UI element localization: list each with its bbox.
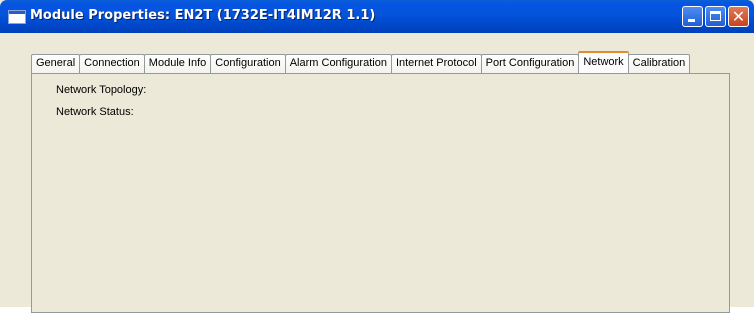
tab-internet-protocol[interactable]: Internet Protocol: [390, 54, 482, 73]
close-icon: ✕: [731, 7, 746, 26]
minimize-icon: [688, 19, 695, 22]
tab-calibration[interactable]: Calibration: [627, 54, 691, 73]
network-status-label: Network Status:: [56, 106, 134, 118]
tab-port-configuration[interactable]: Port Configuration: [480, 54, 580, 73]
maximize-button[interactable]: [705, 6, 726, 27]
maximize-icon: [710, 11, 721, 21]
window-title: Module Properties: EN2T (1732E-IT4IM12R …: [30, 8, 376, 23]
tab-module-info[interactable]: Module Info: [143, 54, 212, 73]
close-button[interactable]: ✕: [728, 6, 749, 27]
window-icon[interactable]: [8, 10, 26, 24]
title-bar[interactable]: Module Properties: EN2T (1732E-IT4IM12R …: [0, 0, 754, 33]
tab-connection[interactable]: Connection: [79, 54, 145, 73]
module-properties-window: Module Properties: EN2T (1732E-IT4IM12R …: [0, 0, 754, 313]
tab-network[interactable]: Network: [578, 51, 629, 73]
tab-general[interactable]: General: [31, 54, 81, 73]
network-tab-panel: [31, 73, 730, 313]
tab-strip: General Connection Module Info Configura…: [31, 51, 691, 73]
minimize-button[interactable]: [682, 6, 703, 27]
tab-configuration[interactable]: Configuration: [210, 54, 286, 73]
tab-alarm-configuration[interactable]: Alarm Configuration: [284, 54, 392, 73]
network-topology-label: Network Topology:: [56, 84, 147, 96]
